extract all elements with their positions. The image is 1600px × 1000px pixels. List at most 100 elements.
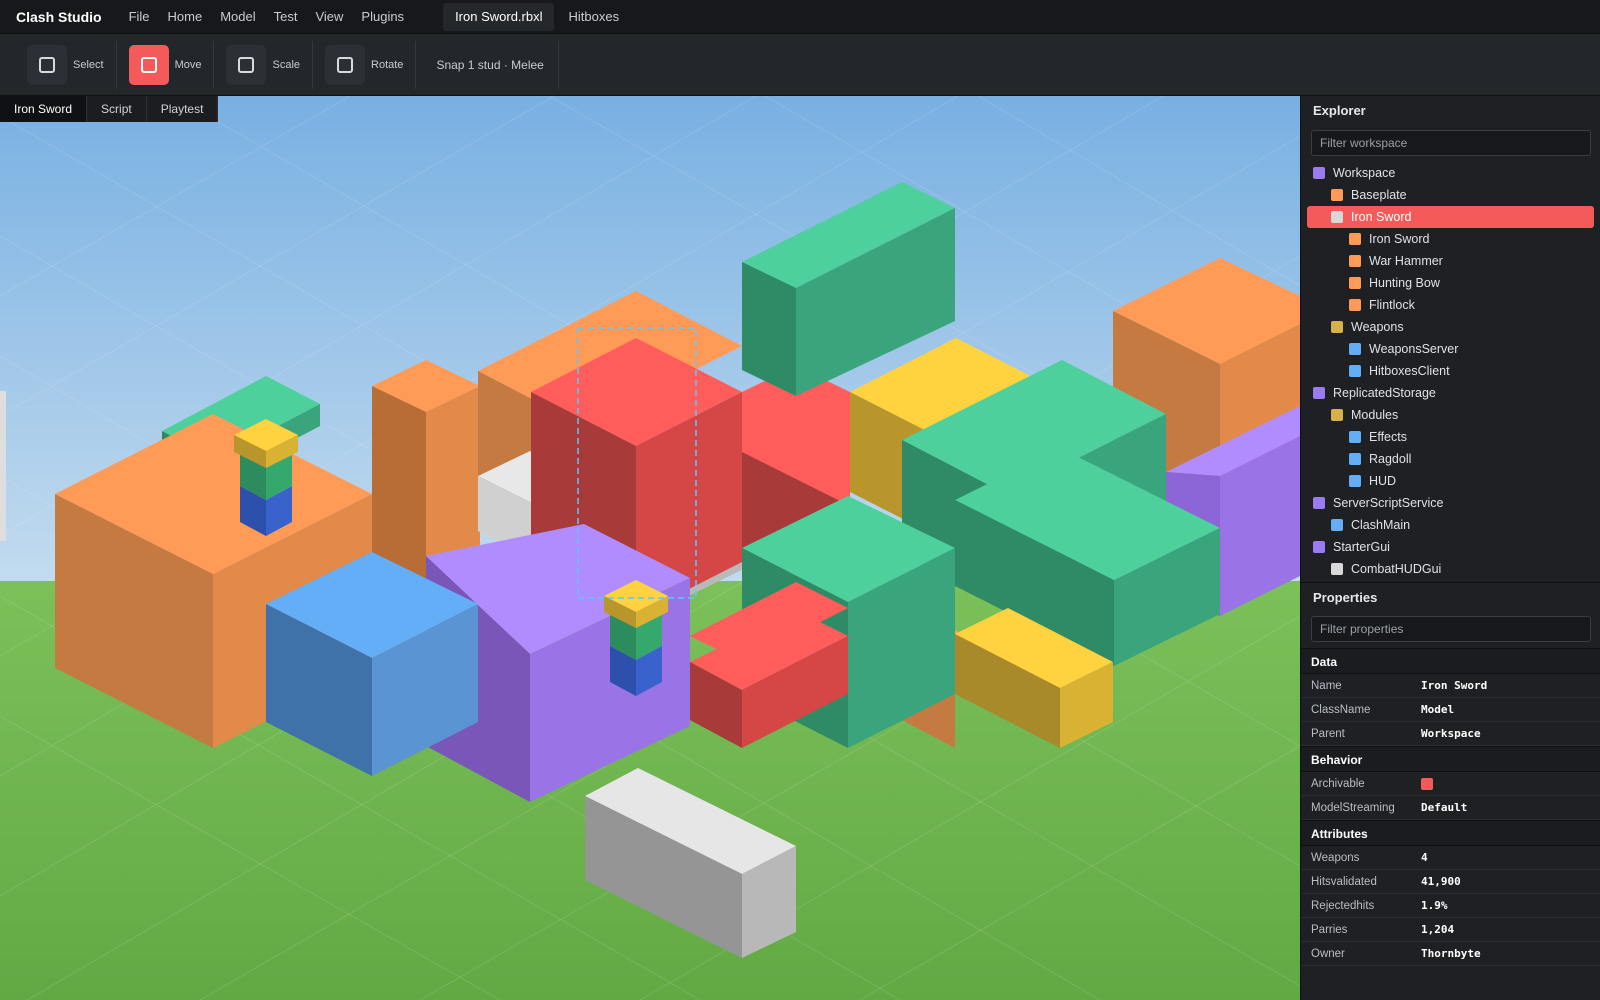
tool-select[interactable]: Select bbox=[27, 40, 117, 89]
tree-item-label: Workspace bbox=[1333, 166, 1396, 180]
property-row-parries[interactable]: Parries 1,204 bbox=[1301, 918, 1600, 942]
tree-item-clashmain[interactable]: ClashMain bbox=[1307, 514, 1594, 536]
tree-item-hunting-bow[interactable]: Hunting Bow bbox=[1307, 272, 1594, 294]
tree-item-label: WeaponsServer bbox=[1369, 342, 1459, 356]
menu-file[interactable]: File bbox=[120, 9, 159, 24]
instance-icon bbox=[1331, 519, 1343, 531]
property-value[interactable]: 1,204 bbox=[1421, 923, 1454, 936]
tree-item-ragdoll[interactable]: Ragdoll bbox=[1307, 448, 1594, 470]
tree-item-weapons[interactable]: Weapons bbox=[1307, 316, 1594, 338]
property-value[interactable]: 1.9% bbox=[1421, 899, 1448, 912]
property-value[interactable]: Iron Sword bbox=[1421, 679, 1487, 692]
rotate-icon bbox=[337, 56, 354, 73]
properties-section-behavior[interactable]: Behavior bbox=[1301, 746, 1600, 772]
tool-label-scale: Scale bbox=[272, 58, 301, 71]
tree-item-label: Ragdoll bbox=[1369, 452, 1412, 466]
select-icon bbox=[39, 56, 55, 73]
tree-item-weaponsserver[interactable]: WeaponsServer bbox=[1307, 338, 1594, 360]
tree-item-hitboxesclient[interactable]: HitboxesClient bbox=[1307, 360, 1594, 382]
viewport-tab-playtest[interactable]: Playtest bbox=[147, 96, 219, 122]
property-value[interactable]: Default bbox=[1421, 801, 1467, 814]
tree-item-iron-sword[interactable]: Iron Sword bbox=[1307, 206, 1594, 228]
tree-item-label: ClashMain bbox=[1351, 518, 1411, 532]
menu-test[interactable]: Test bbox=[265, 9, 307, 24]
tool-label-select: Select bbox=[73, 58, 104, 71]
tree-item-workspace[interactable]: Workspace bbox=[1307, 162, 1594, 184]
tool-rotate[interactable]: Rotate bbox=[325, 40, 417, 89]
tree-item-replicatedstorage[interactable]: ReplicatedStorage bbox=[1307, 382, 1594, 404]
properties-section-data[interactable]: Data bbox=[1301, 648, 1600, 674]
property-key: ClassName bbox=[1311, 703, 1371, 716]
tree-item-modules[interactable]: Modules bbox=[1307, 404, 1594, 426]
side-panel: Explorer Workspace Baseplate Iron Sword Iro… bbox=[1300, 96, 1600, 1000]
tree-item-hud[interactable]: HUD bbox=[1307, 470, 1594, 492]
select-button[interactable] bbox=[27, 44, 67, 85]
instance-icon bbox=[1349, 453, 1361, 465]
scale-button[interactable] bbox=[226, 44, 267, 85]
move-icon bbox=[140, 56, 157, 73]
properties-filter-input[interactable] bbox=[1311, 616, 1591, 642]
property-value[interactable]: 4 bbox=[1421, 851, 1428, 864]
tree-item-effects[interactable]: Effects bbox=[1307, 426, 1594, 448]
move-button[interactable] bbox=[128, 44, 169, 85]
instance-icon bbox=[1313, 497, 1325, 509]
tree-item-flintlock[interactable]: Flintlock bbox=[1307, 294, 1594, 316]
property-value[interactable]: Thornbyte bbox=[1421, 947, 1481, 960]
tree-item-label: Flintlock bbox=[1369, 298, 1415, 312]
instance-icon bbox=[1349, 365, 1361, 377]
tool-move[interactable]: Move bbox=[128, 40, 215, 89]
tool-scale[interactable]: Scale bbox=[226, 40, 314, 89]
property-row-name[interactable]: Name Iron Sword bbox=[1301, 674, 1600, 698]
property-row-weapons[interactable]: Weapons 4 bbox=[1301, 846, 1600, 870]
instance-icon bbox=[1331, 563, 1343, 575]
properties-section-attributes[interactable]: Attributes bbox=[1301, 820, 1600, 846]
part-stack-tower-left[interactable] bbox=[234, 419, 298, 536]
menu-view[interactable]: View bbox=[306, 9, 352, 24]
tree-item-serverscriptservice[interactable]: ServerScriptService bbox=[1307, 492, 1594, 514]
property-value[interactable]: Model bbox=[1421, 703, 1454, 716]
menu-model[interactable]: Model bbox=[211, 9, 264, 24]
tool-label-move: Move bbox=[174, 58, 202, 71]
property-row-hitsvalidated[interactable]: Hitsvalidated 41,900 bbox=[1301, 870, 1600, 894]
property-key: Hitsvalidated bbox=[1311, 875, 1377, 888]
tree-item-label: Weapons bbox=[1351, 320, 1404, 334]
document-tab-hitboxes[interactable]: Hitboxes bbox=[556, 3, 631, 31]
property-row-parent[interactable]: Parent Workspace bbox=[1301, 722, 1600, 746]
tree-item-label: Hunting Bow bbox=[1369, 276, 1440, 290]
snap-setting[interactable]: Snap 1 stud · Melee bbox=[428, 40, 559, 89]
tree-item-startergui[interactable]: StarterGui bbox=[1307, 536, 1594, 558]
3d-viewport[interactable]: Iron Sword Script Playtest bbox=[0, 96, 1300, 1000]
tree-item-combathudgui[interactable]: CombatHUDGui bbox=[1307, 558, 1594, 580]
property-row-archivable[interactable]: Archivable bbox=[1301, 772, 1600, 796]
instance-icon bbox=[1331, 211, 1343, 223]
menu-plugins[interactable]: Plugins bbox=[352, 9, 413, 24]
menu-home[interactable]: Home bbox=[159, 9, 212, 24]
viewport-tab-script[interactable]: Script bbox=[87, 96, 147, 122]
tree-item-label: Effects bbox=[1369, 430, 1407, 444]
menu-bar: Clash Studio File Home Model Test View P… bbox=[0, 0, 1600, 34]
tree-item-war-hammer[interactable]: War Hammer bbox=[1307, 250, 1594, 272]
property-row-owner[interactable]: Owner Thornbyte bbox=[1301, 942, 1600, 966]
tree-item-label: HitboxesClient bbox=[1369, 364, 1450, 378]
tree-item-label: Baseplate bbox=[1351, 188, 1407, 202]
property-row-modelstreaming[interactable]: ModelStreaming Default bbox=[1301, 796, 1600, 820]
tree-item-label: ReplicatedStorage bbox=[1333, 386, 1436, 400]
checkbox-swatch[interactable] bbox=[1421, 777, 1433, 790]
property-key: Owner bbox=[1311, 947, 1345, 960]
document-tab-iron-sword[interactable]: Iron Sword.rbxl bbox=[443, 2, 555, 31]
property-value[interactable]: 41,900 bbox=[1421, 875, 1461, 888]
left-edge-part[interactable] bbox=[0, 391, 6, 541]
property-value[interactable]: Workspace bbox=[1421, 727, 1481, 740]
viewport-tab-iron-sword[interactable]: Iron Sword bbox=[0, 96, 88, 122]
tree-item-iron-sword[interactable]: Iron Sword bbox=[1307, 228, 1594, 250]
instance-icon bbox=[1349, 343, 1361, 355]
property-key: Parries bbox=[1311, 923, 1348, 936]
tree-item-baseplate[interactable]: Baseplate bbox=[1307, 184, 1594, 206]
property-row-classname[interactable]: ClassName Model bbox=[1301, 698, 1600, 722]
viewport-tabs: Iron Sword Script Playtest bbox=[0, 96, 219, 122]
property-row-rejectedhits[interactable]: Rejectedhits 1.9% bbox=[1301, 894, 1600, 918]
scene-canvas[interactable] bbox=[0, 96, 1300, 1000]
rotate-button[interactable] bbox=[325, 44, 366, 85]
properties-title: Properties bbox=[1301, 582, 1600, 612]
explorer-filter-input[interactable] bbox=[1311, 130, 1591, 156]
